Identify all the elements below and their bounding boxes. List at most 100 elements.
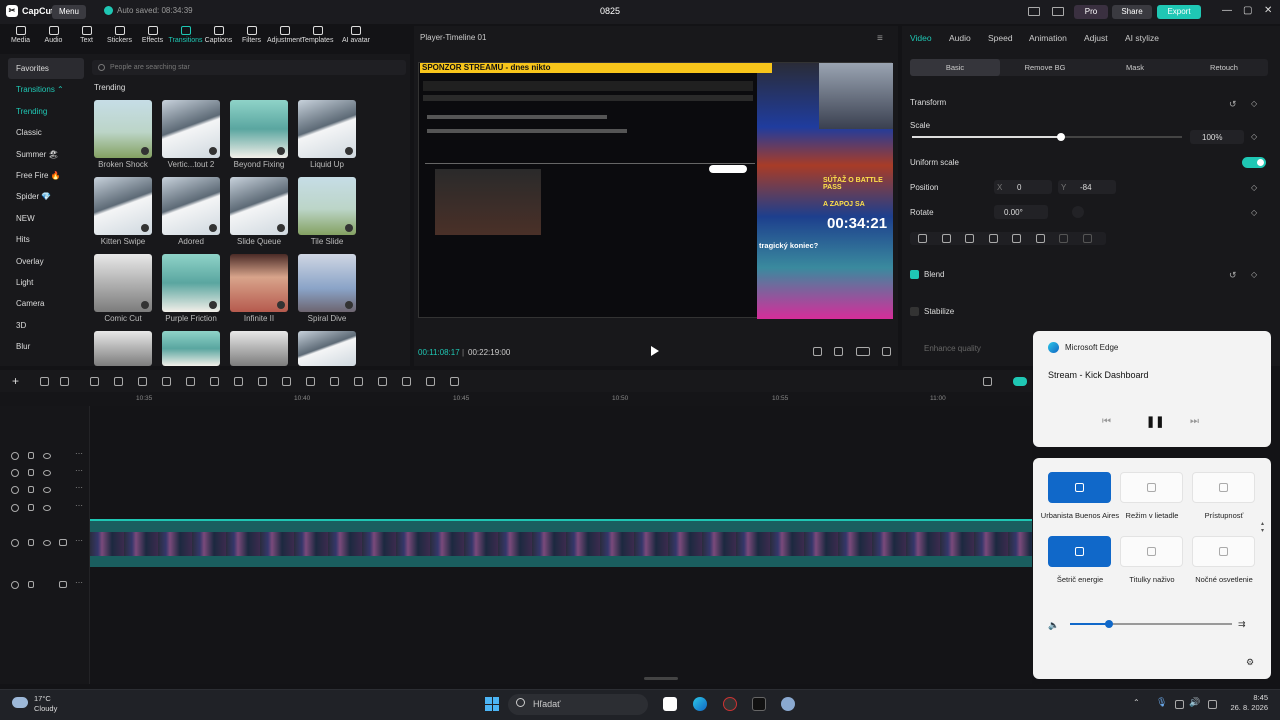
lock-icon[interactable] xyxy=(28,539,34,546)
rotate-icon[interactable] xyxy=(306,377,315,386)
tab-ai-stylize[interactable]: AI stylize xyxy=(1125,33,1159,43)
link-toggle-icon[interactable] xyxy=(1013,377,1027,386)
tab-speed[interactable]: Speed xyxy=(988,33,1013,43)
timeline-ruler[interactable]: 10:35 10:40 10:45 10:50 10:55 11:00 xyxy=(0,392,1032,406)
quick-tile-bluetooth[interactable] xyxy=(1048,472,1111,503)
select-icon[interactable] xyxy=(40,377,49,386)
rotate-dial-icon[interactable] xyxy=(1072,206,1084,218)
audio-output-icon[interactable]: ⇉ xyxy=(1238,619,1246,630)
transition-thumbnail[interactable] xyxy=(230,331,288,366)
lock-icon[interactable] xyxy=(28,581,34,588)
reset-icon[interactable]: ↺ xyxy=(1229,270,1237,281)
transition-thumbnail[interactable] xyxy=(298,177,356,235)
speed-icon[interactable] xyxy=(378,377,387,386)
transition-thumbnail[interactable] xyxy=(230,177,288,235)
align-right-icon[interactable] xyxy=(965,234,974,243)
download-icon[interactable] xyxy=(277,224,285,232)
redo-icon[interactable] xyxy=(90,377,99,386)
position-y-input[interactable]: Y -84 xyxy=(1058,180,1116,194)
battery-icon[interactable] xyxy=(1208,700,1217,709)
align-bottom-icon[interactable] xyxy=(1035,234,1045,243)
mic-record-icon[interactable] xyxy=(983,377,992,386)
lock-icon[interactable] xyxy=(28,452,34,459)
more-icon[interactable]: ⋯ xyxy=(75,483,83,492)
align-top-icon[interactable] xyxy=(988,234,998,243)
download-icon[interactable] xyxy=(141,301,149,309)
distribute-h-icon[interactable] xyxy=(1059,234,1068,243)
tab-animation[interactable]: Animation xyxy=(1029,33,1067,43)
quick-tile-accessibility[interactable] xyxy=(1192,472,1255,503)
category-item[interactable]: Favorites xyxy=(8,58,84,80)
category-item[interactable]: Light xyxy=(8,272,84,293)
obs-icon[interactable] xyxy=(723,697,737,711)
transition-thumbnail[interactable] xyxy=(298,100,356,158)
reset-icon[interactable]: ↺ xyxy=(1229,99,1237,110)
download-icon[interactable] xyxy=(345,224,353,232)
volume-icon[interactable]: 🔈 xyxy=(1048,620,1059,631)
tool-templates[interactable]: Templates xyxy=(301,26,334,52)
quick-tile-battery-saver[interactable] xyxy=(1048,536,1111,567)
crop-icon[interactable] xyxy=(834,347,843,356)
clock[interactable]: 8:45 26. 8. 2026 xyxy=(1222,693,1268,713)
transition-thumbnail[interactable] xyxy=(162,254,220,312)
weather-widget[interactable]: 17°C Cloudy xyxy=(34,694,57,714)
project-name[interactable]: 0825 xyxy=(600,6,620,16)
crop-2-icon[interactable] xyxy=(402,377,411,386)
stabilize-label[interactable]: Stabilize xyxy=(924,307,954,316)
trim-icon[interactable] xyxy=(234,377,243,386)
volume-slider-thumb[interactable] xyxy=(1104,620,1113,628)
category-item[interactable]: Classic xyxy=(8,122,84,143)
freeze-icon[interactable] xyxy=(258,377,267,386)
download-icon[interactable] xyxy=(209,301,217,309)
tool-effects[interactable]: Effects xyxy=(136,26,169,52)
enhance-quality-label[interactable]: Enhance quality xyxy=(924,344,981,353)
lock-icon[interactable] xyxy=(28,486,34,493)
extract-icon[interactable] xyxy=(426,377,435,386)
tab-video[interactable]: Video xyxy=(910,33,932,43)
next-track-icon[interactable]: ⏭ xyxy=(1190,416,1199,427)
download-icon[interactable] xyxy=(345,301,353,309)
mute-icon[interactable] xyxy=(59,539,67,546)
microphone-icon[interactable]: 🎙 xyxy=(1156,697,1167,708)
scale-input[interactable]: 100% xyxy=(1190,130,1244,144)
transform-label[interactable]: Transform xyxy=(910,98,946,107)
download-icon[interactable] xyxy=(209,147,217,155)
ai-tool-icon[interactable] xyxy=(450,377,459,386)
previous-track-icon[interactable]: ⏮ xyxy=(1102,416,1111,427)
keyframe-icon[interactable]: ◇ xyxy=(1251,183,1257,192)
download-icon[interactable] xyxy=(277,147,285,155)
capcut-taskbar-icon[interactable] xyxy=(752,697,766,711)
more-icon[interactable]: ⋯ xyxy=(75,536,83,545)
more-icon[interactable]: ⋯ xyxy=(75,466,83,475)
category-item[interactable]: Overlay xyxy=(8,251,84,272)
transition-thumbnail[interactable] xyxy=(230,100,288,158)
blend-label[interactable]: Blend xyxy=(924,270,944,279)
volume-slider[interactable] xyxy=(1070,620,1232,628)
video-preview[interactable]: 00:34:21 SÚŤAŽ O BATTLE PASS A ZAPOJ SA … xyxy=(418,62,893,319)
undo-icon[interactable] xyxy=(60,377,69,386)
pause-icon[interactable]: ❚❚ xyxy=(1146,415,1164,428)
keyframe-icon[interactable]: ◇ xyxy=(1251,208,1257,217)
split-icon[interactable] xyxy=(114,377,123,386)
transition-thumbnail[interactable] xyxy=(298,331,356,366)
export-button[interactable]: Export xyxy=(1157,5,1201,19)
download-icon[interactable] xyxy=(141,147,149,155)
eye-icon[interactable] xyxy=(43,505,51,511)
download-icon[interactable] xyxy=(209,224,217,232)
eye-icon[interactable] xyxy=(43,470,51,476)
subtab-basic[interactable]: Basic xyxy=(910,59,1000,76)
blend-checkbox[interactable] xyxy=(910,270,919,279)
minimize-button[interactable]: — xyxy=(1222,5,1232,16)
reverse-icon[interactable] xyxy=(330,377,339,386)
timeline-scrollbar[interactable] xyxy=(644,677,678,680)
eye-icon[interactable] xyxy=(43,487,51,493)
keyframe-icon[interactable]: ◇ xyxy=(1251,270,1257,279)
more-icon[interactable]: ⋯ xyxy=(75,449,83,458)
rotate-input[interactable]: 0.00° xyxy=(994,205,1048,219)
category-item[interactable]: Trending xyxy=(8,101,84,122)
quick-tile-airplane-mode[interactable] xyxy=(1120,472,1183,503)
settings-gear-icon[interactable]: ⚙ xyxy=(1246,657,1254,668)
quick-tile-night-light[interactable] xyxy=(1192,536,1255,567)
file-explorer-icon[interactable] xyxy=(663,697,677,711)
keyframe-icon[interactable]: ◇ xyxy=(1251,99,1257,108)
